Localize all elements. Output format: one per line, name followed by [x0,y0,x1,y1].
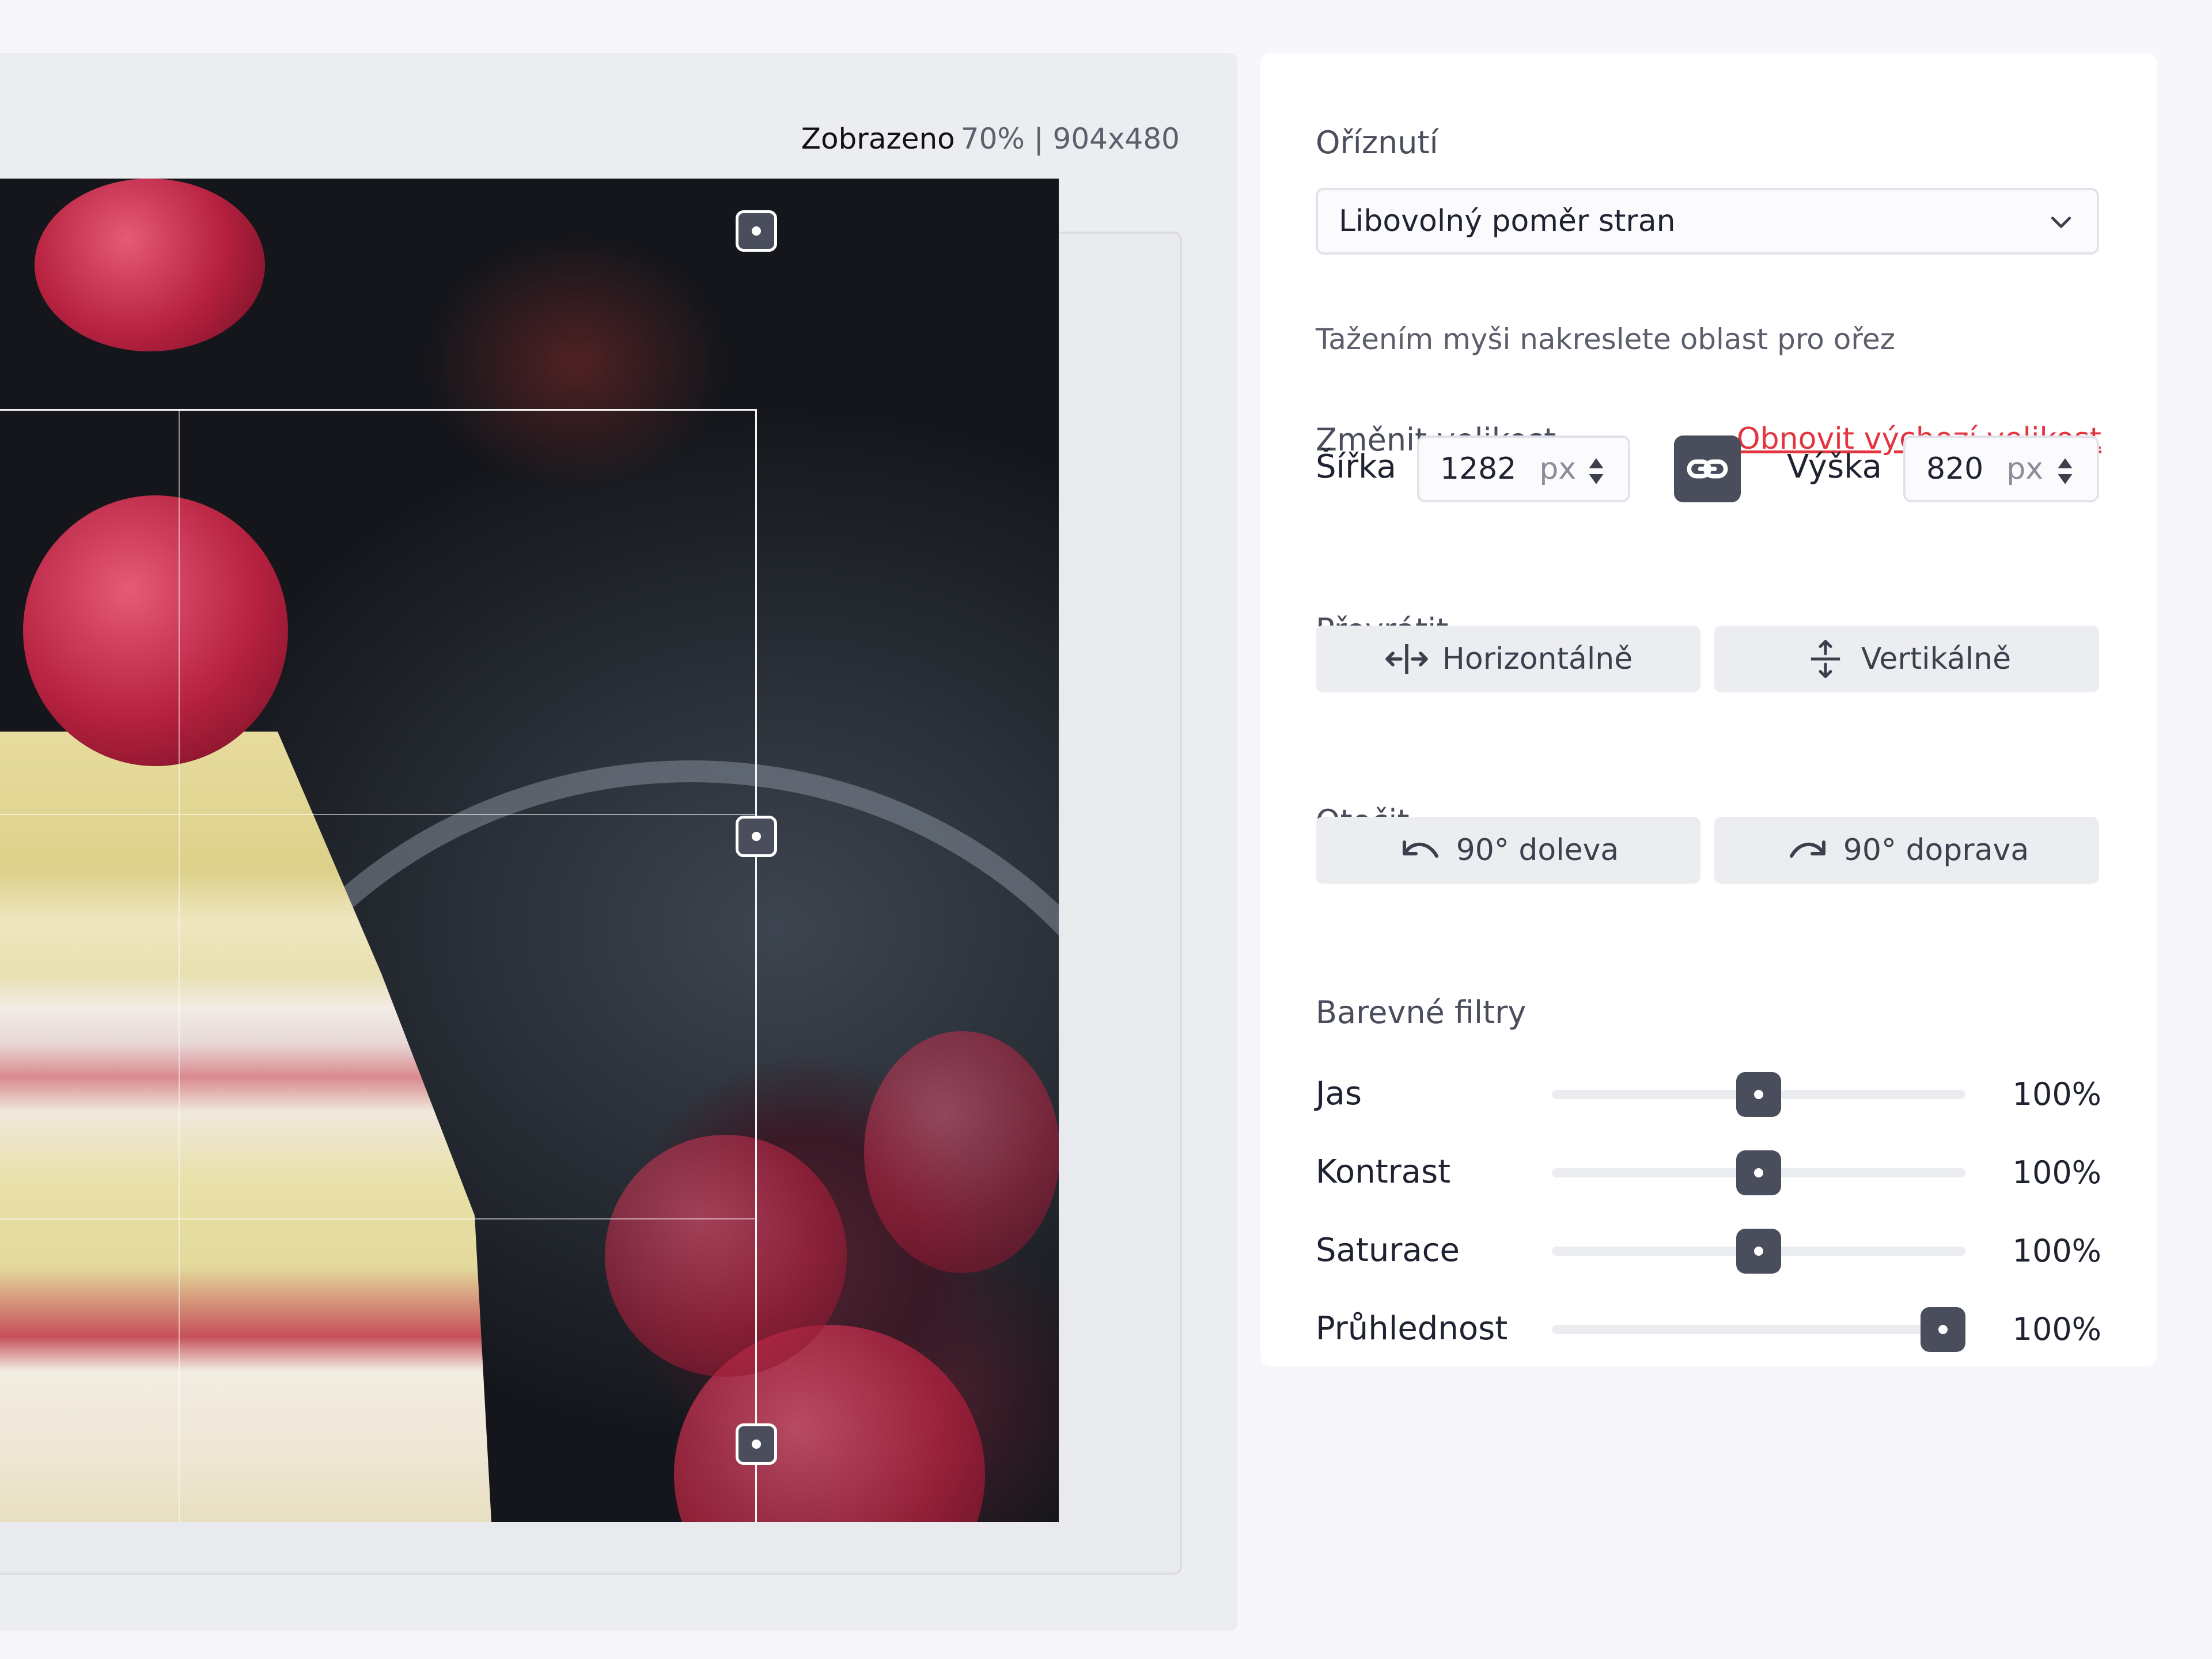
flip-horizontal-button[interactable]: Horizontálně [1316,626,1700,692]
contrast-slider[interactable] [1552,1150,1965,1195]
rotate-left-icon [1402,840,1438,858]
brightness-slider[interactable] [1552,1072,1965,1117]
opacity-slider[interactable] [1552,1307,1965,1352]
crop-handle-top[interactable] [736,210,777,252]
slider-knob[interactable] [1921,1307,1965,1352]
crop-grid-line [179,411,180,1522]
raspberry [864,1031,1059,1273]
raspberry [35,179,265,351]
saturation-slider[interactable] [1552,1229,1965,1274]
knob-dot-icon [1754,1090,1763,1099]
flip-horizontal-icon [1385,644,1428,674]
crop-title: Oříznutí [1316,124,1438,161]
slider-knob[interactable] [1736,1072,1781,1117]
zoom-value: 70% | 904x480 [960,122,1180,156]
filters-title: Barevné filtry [1316,994,1527,1031]
flip-horizontal-label: Horizontálně [1442,642,1633,676]
filter-label: Jas [1316,1075,1362,1112]
zoom-label: Zobrazeno [801,122,955,156]
crop-grid-line [0,814,755,815]
flip-vertical-icon [1810,639,1840,679]
aspect-lock-button[interactable] [1674,435,1741,502]
crop-frame[interactable] [0,409,757,1522]
filter-label: Saturace [1316,1232,1460,1269]
filter-value: 100% [2012,1233,2101,1269]
width-input[interactable]: 1282 px [1417,435,1630,502]
crop-handle-right[interactable] [736,816,777,857]
knob-dot-icon [1754,1247,1763,1256]
aspect-ratio-select[interactable]: Libovolný poměr stran [1316,188,2099,255]
crop-hint: Tažením myši nakreslete oblast pro ořez [1316,323,1895,356]
chevron-down-icon [2051,217,2071,228]
filter-label: Průhlednost [1316,1310,1508,1347]
width-unit: px [1539,452,1577,486]
image-preview[interactable] [0,179,1059,1522]
height-label: Výška [1787,448,1882,486]
flip-vertical-button[interactable]: Vertikálně [1714,626,2099,692]
knob-dot-icon [1938,1325,1948,1334]
rotate-right-label: 90° doprava [1843,833,2029,868]
height-value: 820 [1926,452,1984,486]
link-icon [1687,459,1728,479]
slider-knob[interactable] [1736,1229,1781,1274]
filter-value: 100% [2012,1311,2101,1347]
filter-value: 100% [2012,1154,2101,1191]
rotate-left-label: 90° doleva [1456,833,1619,868]
handle-dot-icon [752,1440,761,1449]
handle-dot-icon [752,226,761,236]
width-value: 1282 [1440,452,1517,486]
rotate-left-button[interactable]: 90° doleva [1316,817,1700,884]
settings-panel: Oříznutí Libovolný poměr stran Tažením m… [1260,53,2157,1366]
stepper-icon[interactable] [1588,455,1605,487]
flip-vertical-label: Vertikálně [1861,642,2012,676]
width-label: Šířka [1316,448,1396,486]
height-input[interactable]: 820 px [1903,435,2099,502]
rotate-right-button[interactable]: 90° doprava [1714,817,2099,884]
knob-dot-icon [1754,1168,1763,1177]
rotate-right-icon [1789,840,1825,858]
stepper-icon[interactable] [2056,455,2074,487]
handle-dot-icon [752,832,761,841]
height-unit: px [2006,452,2044,486]
crop-grid-line [0,1218,755,1219]
filter-value: 100% [2012,1076,2101,1112]
aspect-ratio-value: Libovolný poměr stran [1339,204,1676,238]
slider-knob[interactable] [1736,1150,1781,1195]
zoom-info: Zobrazeno 70% | 904x480 [801,122,1180,156]
filter-label: Kontrast [1316,1153,1451,1191]
crop-handle-bottom[interactable] [736,1423,777,1465]
